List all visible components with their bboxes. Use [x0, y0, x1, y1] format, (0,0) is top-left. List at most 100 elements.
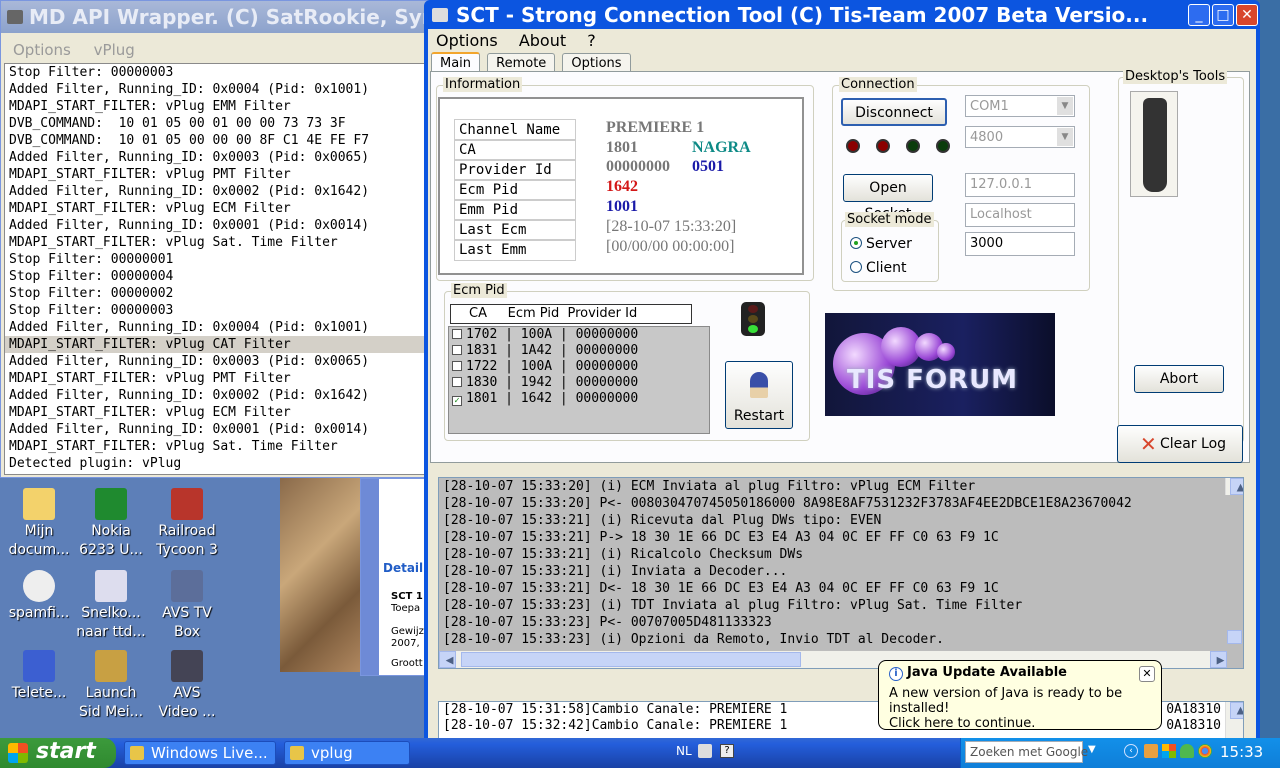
- remote-control-icon: [1143, 98, 1167, 192]
- vertical-scrollbar[interactable]: ▲ ▼: [1225, 478, 1243, 644]
- desktop-icon-spamfighter[interactable]: spamfi...: [0, 570, 78, 623]
- background-explorer-window: Detail SCT 1 Toepa Gewijz 2007, Groott: [360, 478, 430, 676]
- ecm-list-item[interactable]: ✓ 1801 | 1642 | 00000000: [449, 391, 709, 407]
- provider-id-value-b: 0501: [692, 158, 724, 175]
- google-search-input[interactable]: Zoeken met Google: [965, 741, 1088, 763]
- main-log[interactable]: [28-10-07 15:33:20] (i) ECM Inviata al p…: [438, 477, 1244, 669]
- status-led-icon: [846, 139, 860, 153]
- checkbox[interactable]: [452, 345, 462, 355]
- ecm-list-item[interactable]: 1831 | 1A42 | 00000000: [449, 343, 709, 359]
- scroll-right-button[interactable]: ▶: [1210, 651, 1227, 668]
- menu-options[interactable]: Options: [13, 41, 71, 59]
- scroll-thumb[interactable]: [1227, 630, 1242, 644]
- ip-field[interactable]: 127.0.0.1: [965, 173, 1075, 197]
- taskbar-item-windows-live[interactable]: Windows Live...: [124, 741, 276, 765]
- balloon-close-button[interactable]: ✕: [1139, 666, 1155, 682]
- clear-log-label: Clear Log: [1159, 436, 1227, 452]
- scroll-h-thumb[interactable]: [461, 652, 801, 667]
- log-line: Added Filter, Running_ID: 0x0003 (Pid: 0…: [9, 150, 370, 165]
- desktop-icon-teletekst[interactable]: Telete...: [0, 650, 78, 703]
- balloon-line-1: A new version of Java is ready to be ins…: [889, 686, 1123, 716]
- com-port-select[interactable]: COM1 ▼: [965, 95, 1075, 117]
- desktop-icon-avs-video[interactable]: AVS Video ...: [148, 650, 226, 722]
- checkbox[interactable]: [452, 361, 462, 371]
- client-radio[interactable]: Client: [850, 260, 907, 276]
- traffic-light-icon: [741, 302, 765, 336]
- desktop-icon-nokia[interactable]: Nokia 6233 U...: [72, 488, 150, 560]
- menu-about[interactable]: About: [519, 31, 566, 50]
- scroll-up-button[interactable]: ▲: [1230, 478, 1243, 495]
- ecm-item-label: 1831 | 1A42 | 00000000: [466, 343, 639, 358]
- log-line: Stop Filter: 00000004: [9, 269, 174, 284]
- desktop-icon-civ[interactable]: Launch Sid Mei...: [72, 650, 150, 722]
- scroll-up-button[interactable]: ▲: [1230, 702, 1243, 719]
- server-radio[interactable]: Server: [850, 236, 912, 252]
- desktop-icon-avs-tv[interactable]: AVS TV Box: [148, 570, 226, 642]
- label-last-ecm: Last Ecm: [454, 219, 576, 241]
- radio-icon: [850, 261, 862, 273]
- connection-label: Connection: [839, 77, 917, 92]
- menu-vplug[interactable]: vPlug: [94, 41, 135, 59]
- minimize-button[interactable]: _: [1188, 4, 1210, 26]
- log-line: Stop Filter: 00000003: [9, 303, 174, 318]
- checkbox[interactable]: ✓: [452, 396, 462, 406]
- ecm-item-label: 1830 | 1942 | 00000000: [466, 375, 639, 390]
- log-text: [28-10-07 15:32:42]Cambio Canale: PREMIE…: [443, 718, 788, 733]
- restart-label: Restart: [733, 408, 785, 424]
- remote-control-tool[interactable]: [1130, 91, 1178, 197]
- desktop-icon-railroad[interactable]: Railroad Tycoon 3: [148, 488, 226, 560]
- log-line: [28-10-07 15:33:21] D<- 18 30 1E 66 DC E…: [443, 581, 999, 596]
- socket-mode-label: Socket mode: [845, 212, 934, 227]
- tab-remote[interactable]: Remote: [487, 53, 556, 73]
- checkbox[interactable]: [452, 377, 462, 387]
- language-indicator[interactable]: NL: [676, 744, 692, 758]
- java-update-balloon[interactable]: i Java Update Available ✕ A new version …: [878, 660, 1162, 731]
- md-api-log[interactable]: Stop Filter: 00000003 Added Filter, Runni…: [4, 63, 426, 475]
- tis-forum-banner[interactable]: TIS FORUM: [825, 313, 1055, 416]
- log-line: MDAPI_START_FILTER: vPlug ECM Filter: [9, 201, 291, 216]
- java-tray-icon[interactable]: [1144, 744, 1158, 758]
- explorer-sidebar: [361, 479, 379, 675]
- desktop-icon-shortcut[interactable]: Snelko... naar ttd...: [72, 570, 150, 642]
- vertical-scrollbar[interactable]: ▲: [1225, 702, 1243, 739]
- tab-main[interactable]: Main: [431, 52, 481, 73]
- maximize-button[interactable]: □: [1212, 4, 1234, 26]
- abort-button[interactable]: Abort: [1134, 365, 1224, 393]
- restart-button[interactable]: Restart: [725, 361, 793, 429]
- explorer-text-2: Gewijz: [391, 626, 424, 637]
- ca-name-value: NAGRA: [692, 139, 751, 156]
- taskbar-item-vplug[interactable]: vplug: [284, 741, 410, 765]
- help-icon[interactable]: ?: [720, 744, 734, 758]
- search-dropdown-icon[interactable]: ▼: [1088, 744, 1096, 755]
- ecm-list-item[interactable]: 1830 | 1942 | 00000000: [449, 375, 709, 391]
- messenger-icon[interactable]: [1180, 744, 1194, 758]
- tab-options[interactable]: Options: [562, 53, 631, 73]
- last-emm-value: [00/00/00 00:00:00]: [606, 238, 735, 255]
- label-ca: CA: [454, 139, 576, 161]
- start-button[interactable]: start: [0, 738, 116, 768]
- desktop-icon-my-documents[interactable]: Mijn docum...: [0, 488, 78, 560]
- chrome-icon[interactable]: [1198, 744, 1212, 758]
- tray-expand-icon[interactable]: ‹: [1124, 744, 1138, 758]
- clear-log-button[interactable]: ✕ Clear Log: [1117, 425, 1243, 463]
- menu-help[interactable]: ?: [587, 31, 596, 50]
- scroll-left-button[interactable]: ◀: [439, 651, 456, 668]
- log-line: Stop Filter: 00000001: [9, 252, 174, 267]
- ecm-pid-list[interactable]: 1702 | 100A | 00000000 1831 | 1A42 | 0000…: [448, 326, 710, 434]
- close-button[interactable]: ✕: [1236, 4, 1258, 26]
- keyboard-icon[interactable]: [698, 744, 712, 758]
- log-line: Added Filter, Running_ID: 0x0004 (Pid: 0…: [9, 82, 370, 97]
- ecm-list-item[interactable]: 1702 | 100A | 00000000: [449, 327, 709, 343]
- log-line: Added Filter, Running_ID: 0x0002 (Pid: 0…: [9, 184, 370, 199]
- baud-select[interactable]: 4800 ▼: [965, 126, 1075, 148]
- open-socket-button[interactable]: Open Socket: [843, 174, 933, 222]
- task-label: Windows Live...: [151, 744, 268, 762]
- disconnect-button[interactable]: Disconnect: [841, 98, 947, 126]
- checkbox[interactable]: [452, 329, 462, 339]
- tray-app-icon[interactable]: [1162, 744, 1176, 758]
- ecm-list-item[interactable]: 1722 | 100A | 00000000: [449, 359, 709, 375]
- port-field[interactable]: 3000: [965, 232, 1075, 256]
- log-line: [28-10-07 15:33:20] P<- 0080304707450501…: [443, 496, 1132, 511]
- host-field[interactable]: Localhost: [965, 203, 1075, 227]
- menu-options[interactable]: Options: [436, 31, 498, 50]
